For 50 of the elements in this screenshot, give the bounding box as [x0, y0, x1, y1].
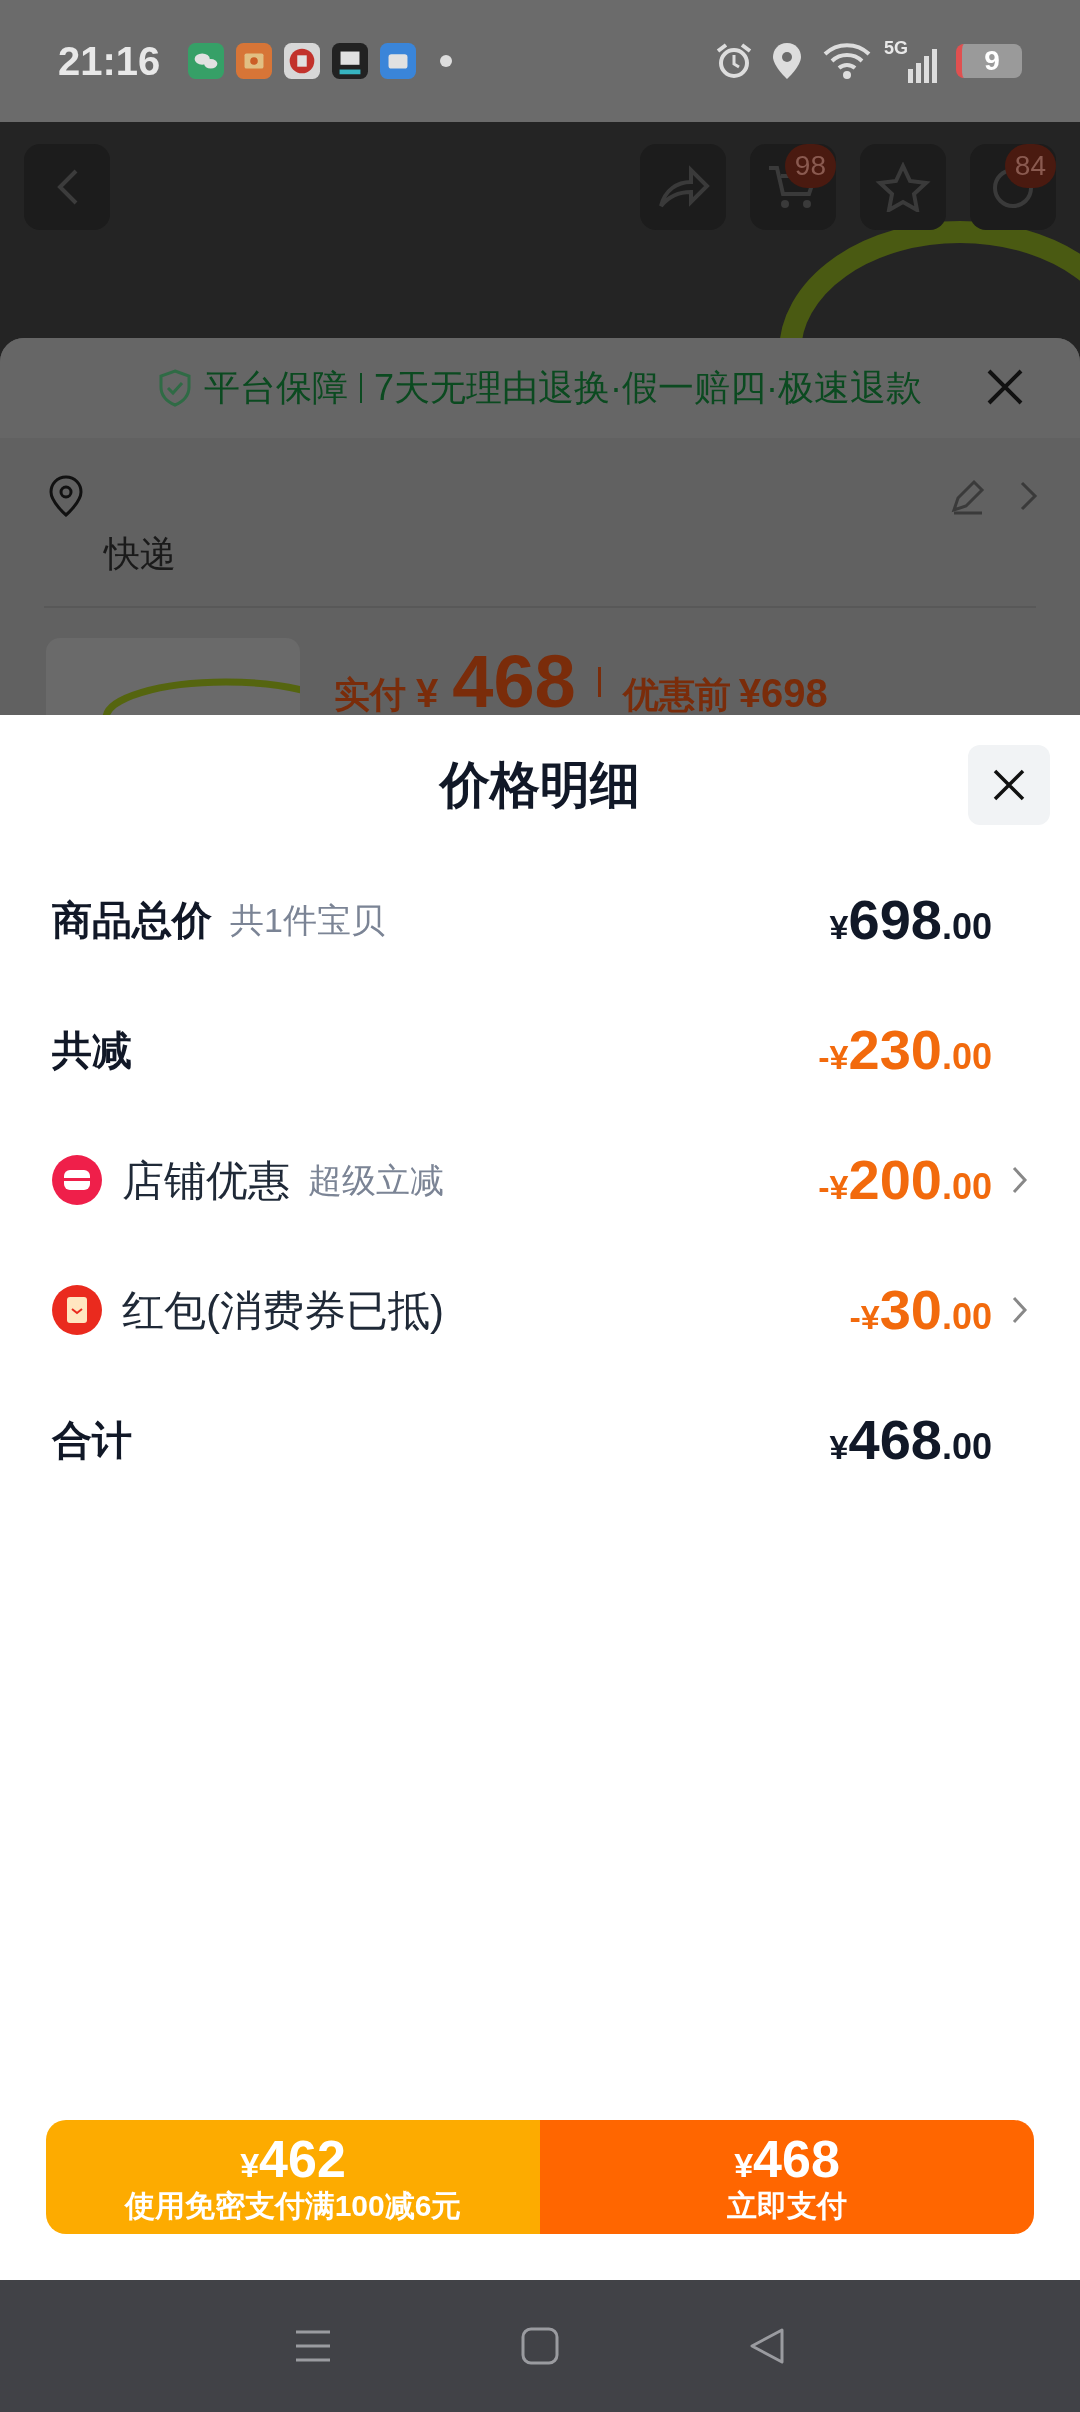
- location-icon: [770, 41, 804, 81]
- battery-indicator: 9: [956, 44, 1022, 78]
- star-icon: [875, 162, 931, 212]
- close-icon: [985, 367, 1025, 407]
- chat-bubbles-icon: [188, 43, 225, 79]
- message-button[interactable]: 84: [970, 144, 1056, 230]
- row-amount: -¥200.00: [818, 1147, 992, 1213]
- row-amount: ¥698.00: [829, 887, 992, 953]
- signal-icon: [908, 49, 938, 83]
- alarm-icon: [714, 41, 754, 81]
- envelope-icon: [236, 43, 273, 79]
- chevron-right-icon[interactable]: [1012, 1166, 1028, 1194]
- guarantee-label: 平台保障: [204, 366, 348, 410]
- delivery-text: 快递: [104, 532, 176, 576]
- home-icon[interactable]: [521, 2327, 559, 2365]
- row-amount: -¥230.00: [818, 1017, 992, 1083]
- count-badge: 84: [1004, 144, 1056, 188]
- original-price: ¥698: [738, 670, 828, 715]
- close-button[interactable]: [968, 745, 1050, 825]
- original-price-label: 优惠前: [622, 673, 731, 715]
- paid-label: 实付: [334, 673, 406, 715]
- row-label: 商品总价: [52, 897, 212, 944]
- cart-button[interactable]: 98: [750, 144, 836, 230]
- wifi-icon: [822, 41, 872, 81]
- row-amount: ¥468.00: [829, 1407, 992, 1473]
- row-note: 共1件宝贝: [230, 899, 385, 941]
- row-label: 红包(消费券已抵): [122, 1285, 444, 1336]
- currency-symbol: ¥: [416, 670, 439, 715]
- row-label: 共减: [52, 1027, 132, 1074]
- close-icon: [992, 768, 1026, 802]
- shield-check-icon: [158, 369, 192, 407]
- sheet-title: 价格明细: [440, 755, 640, 815]
- folder-icon: [380, 43, 417, 79]
- row-label: 店铺优惠: [122, 1155, 290, 1206]
- chevron-right-icon[interactable]: [1012, 1296, 1028, 1324]
- row-label: 合计: [52, 1417, 132, 1464]
- chevron-right-icon: [1018, 479, 1040, 513]
- pay-button[interactable]: ¥468 立即支付: [540, 2120, 1034, 2234]
- row-note: 超级立减: [308, 1159, 444, 1201]
- count-badge: 98: [784, 144, 836, 188]
- paid-amount: 468: [452, 639, 576, 715]
- money-envelope-icon: [52, 1285, 102, 1335]
- store-icon: [52, 1155, 102, 1205]
- network-label: 5G: [884, 39, 908, 57]
- guarantee-text: 7天无理由退换·假一赔四·极速退款: [374, 366, 922, 410]
- dot-icon: [440, 55, 453, 67]
- app-icon: [332, 43, 369, 79]
- status-time: 21:16: [58, 38, 161, 85]
- pay-button[interactable]: ¥462 使用免密支付满100减6元: [46, 2120, 540, 2234]
- row-amount: -¥30.00: [849, 1277, 992, 1343]
